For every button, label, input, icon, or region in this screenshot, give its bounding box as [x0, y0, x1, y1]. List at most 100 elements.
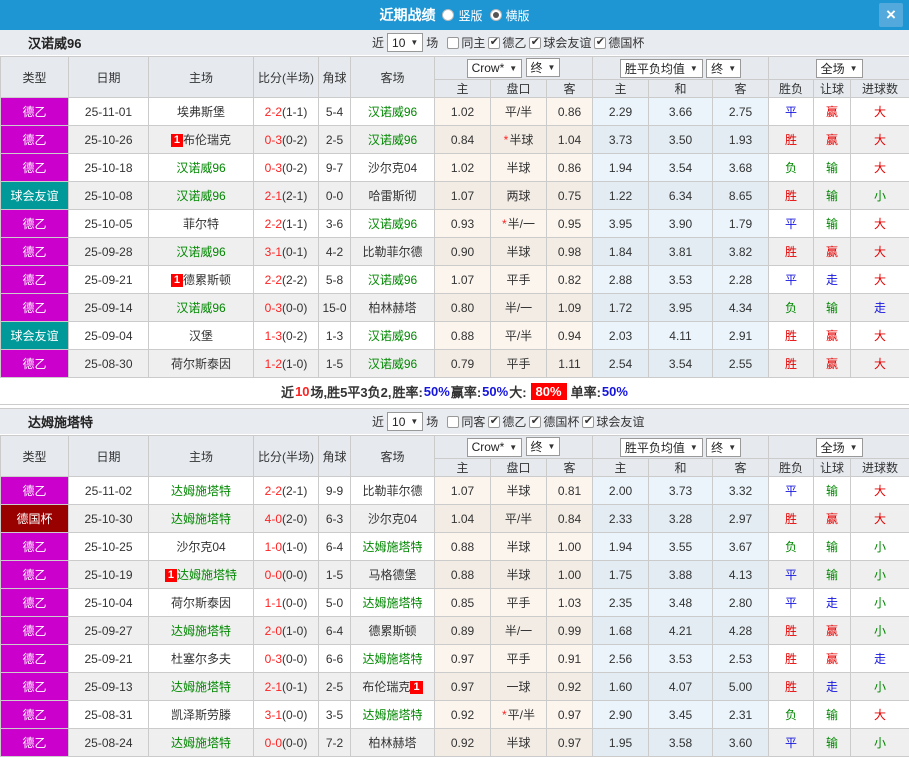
- summary-segment: 10: [295, 384, 309, 399]
- cell-corners: 1-5: [319, 561, 351, 589]
- checkbox-icon[interactable]: [488, 416, 500, 428]
- cell-handicap-result: 赢: [814, 350, 851, 378]
- cell-result: 胜: [769, 350, 814, 378]
- cell-type: 德乙: [1, 589, 69, 617]
- league-checkbox-friendly[interactable]: 球会友谊: [582, 413, 644, 430]
- cell-score: 0-0(0-0): [254, 561, 319, 589]
- fullmatch-select[interactable]: 全场▼: [816, 438, 863, 457]
- cell-home-team: 达姆施塔特: [149, 617, 254, 645]
- cell-corners: 5-4: [319, 98, 351, 126]
- fulltime-score: 1-2: [265, 357, 282, 371]
- odds-source-select[interactable]: Crow*▼: [467, 438, 523, 457]
- checkbox-icon[interactable]: [488, 37, 500, 49]
- cell-away-team: 柏林赫塔: [351, 729, 435, 757]
- cell-handicap-result: 赢: [814, 322, 851, 350]
- table-row: 德乙25-10-191达姆施塔特0-0(0-0)1-5马格德堡0.88半球1.0…: [1, 561, 909, 589]
- cell-result: 胜: [769, 322, 814, 350]
- cell-handicap: 平手: [491, 589, 547, 617]
- table-row: 德乙25-09-13达姆施塔特2-1(0-1)2-5布伦瑞克10.97一球0.9…: [1, 673, 909, 701]
- final-select[interactable]: 终▼: [526, 58, 561, 77]
- table-row: 德乙25-10-25沙尔克041-0(1-0)6-4达姆施塔特0.88半球1.0…: [1, 533, 909, 561]
- col-avg-draw: 和: [649, 459, 713, 477]
- cell-odds-away: 1.03: [547, 589, 593, 617]
- odds-source-select[interactable]: Crow*▼: [467, 59, 523, 78]
- final-select[interactable]: 终▼: [706, 59, 741, 78]
- halftime-score: (2-2): [282, 273, 307, 287]
- cell-corners: 6-3: [319, 505, 351, 533]
- cell-home-team: 达姆施塔特: [149, 729, 254, 757]
- team-name: 汉诺威96: [368, 273, 417, 287]
- final-select[interactable]: 终▼: [526, 437, 561, 456]
- checkbox-icon[interactable]: [529, 37, 541, 49]
- avg-select[interactable]: 胜平负均值▼: [620, 438, 703, 457]
- table-row: 球会友谊25-09-04汉堡1-3(0-2)1-3汉诺威960.88平/半0.9…: [1, 322, 909, 350]
- same-away-checkbox[interactable]: 同客: [447, 413, 485, 430]
- cell-result: 平: [769, 729, 814, 757]
- chevron-down-icon: ▼: [690, 64, 698, 73]
- league-checkbox-cup[interactable]: 德国杯: [594, 34, 644, 51]
- league-checkbox-de2[interactable]: 德乙: [488, 413, 526, 430]
- halftime-score: (0-1): [282, 245, 307, 259]
- col-type: 类型: [1, 436, 69, 477]
- layout-radio-vertical[interactable]: 竖版: [442, 7, 482, 24]
- col-date: 日期: [69, 57, 149, 98]
- cell-away-team: 布伦瑞克1: [351, 673, 435, 701]
- final-select[interactable]: 终▼: [706, 438, 741, 457]
- cell-goals: 大: [851, 126, 909, 154]
- cell-home-team: 沙尔克04: [149, 533, 254, 561]
- league-checkbox-friendly[interactable]: 球会友谊: [529, 34, 591, 51]
- checkbox-icon[interactable]: [447, 416, 459, 428]
- cell-handicap: 平/半: [491, 322, 547, 350]
- match-count-select[interactable]: 10▼: [387, 33, 423, 52]
- radio-icon[interactable]: [442, 9, 454, 21]
- team-name: 达姆施塔特: [362, 596, 422, 610]
- cell-date: 25-08-30: [69, 350, 149, 378]
- stats-summary: 近10场,胜5平3负2, 胜率:50% 赢率:50% 大:80%单率:50%: [0, 378, 909, 405]
- cell-home-team: 达姆施塔特: [149, 477, 254, 505]
- cell-avg-draw: 3.53: [649, 645, 713, 673]
- checkbox-icon[interactable]: [447, 37, 459, 49]
- close-icon[interactable]: ×: [879, 3, 903, 27]
- layout-radio-horizontal[interactable]: 横版: [490, 7, 530, 24]
- filter-controls: 近 10▼ 场 同主 德乙 球会友谊 德国杯: [372, 33, 644, 52]
- halftime-score: (0-0): [282, 708, 307, 722]
- league-checkbox-de2[interactable]: 德乙: [488, 34, 526, 51]
- league-checkbox-cup[interactable]: 德国杯: [529, 413, 579, 430]
- cell-home-team: 荷尔斯泰因: [149, 350, 254, 378]
- same-home-checkbox[interactable]: 同主: [447, 34, 485, 51]
- col-avg-draw: 和: [649, 80, 713, 98]
- avg-select[interactable]: 胜平负均值▼: [620, 59, 703, 78]
- cell-result: 平: [769, 266, 814, 294]
- cell-corners: 6-6: [319, 645, 351, 673]
- cell-score: 2-0(1-0): [254, 617, 319, 645]
- cell-away-team: 达姆施塔特: [351, 701, 435, 729]
- match-count-select[interactable]: 10▼: [387, 412, 423, 431]
- checkbox-icon[interactable]: [582, 416, 594, 428]
- halftime-score: (1-1): [282, 217, 307, 231]
- col-result: 胜负: [769, 80, 814, 98]
- cell-home-team: 汉诺威96: [149, 182, 254, 210]
- cell-goals: 小: [851, 589, 909, 617]
- cell-odds-home: 1.04: [435, 505, 491, 533]
- cell-away-team: 沙尔克04: [351, 154, 435, 182]
- col-handicap: 盘口: [491, 459, 547, 477]
- cell-result: 负: [769, 533, 814, 561]
- table-row: 德乙25-09-27达姆施塔特2-0(1-0)6-4德累斯顿0.89半/一0.9…: [1, 617, 909, 645]
- col-avg-home: 主: [593, 80, 649, 98]
- checkbox-icon[interactable]: [594, 37, 606, 49]
- halftime-score: (0-0): [282, 301, 307, 315]
- radio-icon[interactable]: [490, 9, 502, 21]
- fulltime-score: 1-1: [265, 596, 282, 610]
- checkbox-icon[interactable]: [529, 416, 541, 428]
- cell-home-team: 汉诺威96: [149, 238, 254, 266]
- fullmatch-select[interactable]: 全场▼: [816, 59, 863, 78]
- cell-type: 德乙: [1, 350, 69, 378]
- cell-handicap: 平/半: [491, 505, 547, 533]
- cell-avg-away: 2.55: [713, 350, 769, 378]
- cell-odds-away: 1.09: [547, 294, 593, 322]
- cell-result: 平: [769, 589, 814, 617]
- team-name: 达姆施塔特: [171, 680, 231, 694]
- cell-type: 德乙: [1, 561, 69, 589]
- summary-segment: 50%: [482, 384, 508, 399]
- cell-date: 25-08-24: [69, 729, 149, 757]
